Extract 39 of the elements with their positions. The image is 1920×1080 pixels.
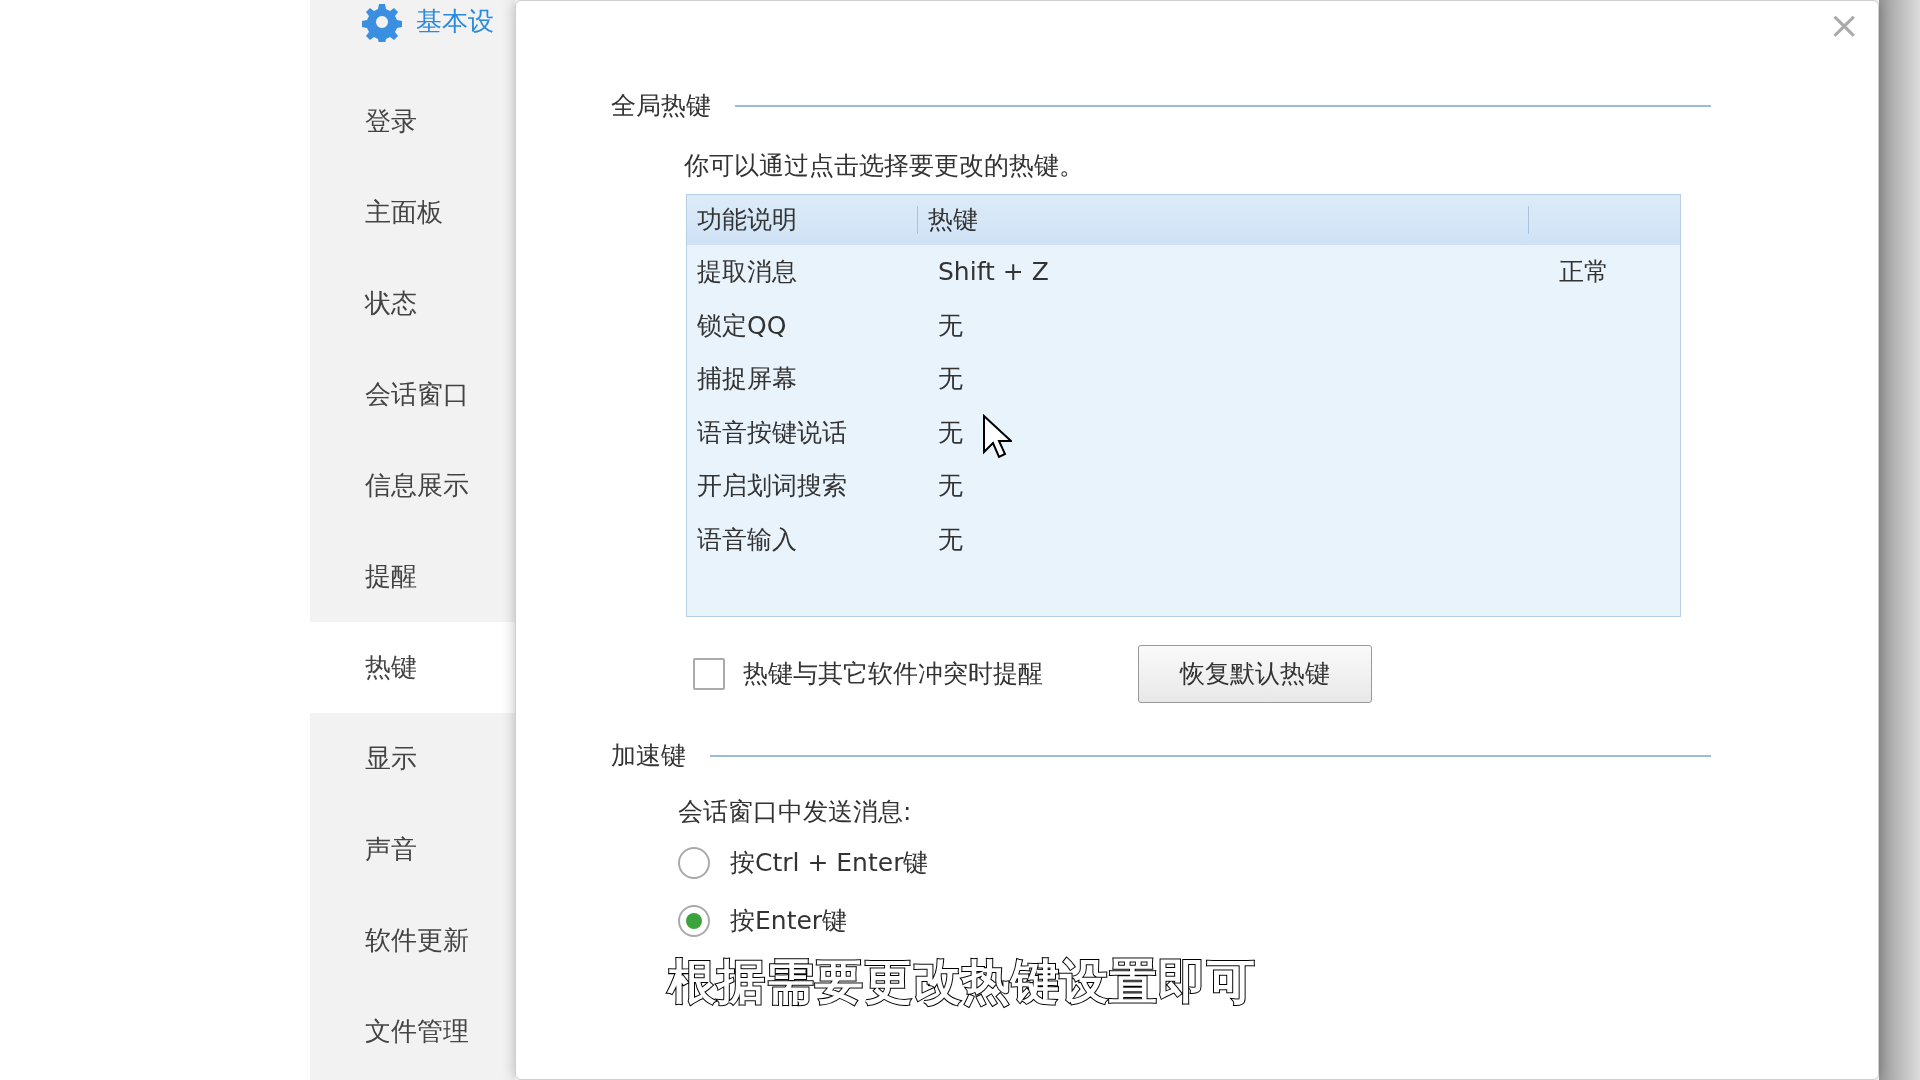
table-cell-text: 语音按键说话 (696, 416, 848, 449)
table-cell-text: 提取消息 (696, 256, 798, 288)
sidebar-item[interactable]: 状态 (310, 258, 515, 349)
sidebar-item[interactable]: 提醒 (310, 531, 515, 622)
column-header: 热键 (927, 204, 979, 237)
sidebar-item[interactable]: 主面板 (310, 167, 515, 258)
table-cell-text: 正常 (1559, 256, 1609, 288)
table-cell[interactable]: 无 (917, 520, 1527, 558)
radio-button[interactable] (678, 905, 710, 937)
table-cell-text: 语音输入 (696, 523, 798, 556)
column-header: 功能说明 (696, 204, 798, 237)
sidebar-item[interactable]: 软件更新 (310, 895, 515, 986)
restore-defaults-button[interactable]: 恢复默认热键 (1138, 645, 1372, 703)
gear-icon (362, 2, 402, 42)
table-cell-text: 开启划词搜索 (696, 470, 848, 502)
section-title: 全局热键 (611, 90, 711, 122)
table-cell[interactable]: 无 (917, 413, 1527, 451)
section-title: 加速键 (611, 740, 686, 772)
cursor-icon (982, 414, 1012, 460)
sidebar-item[interactable]: 文件管理 (310, 986, 515, 1077)
radio-button[interactable] (678, 847, 710, 879)
radio-label: 按Ctrl + Enter键 (730, 847, 929, 880)
prompt-text: 会话窗口中发送消息: (678, 795, 913, 828)
sidebar-item[interactable]: 显示 (310, 713, 515, 804)
sidebar-item[interactable]: 信息展示 (310, 440, 515, 531)
checkbox[interactable] (693, 658, 725, 690)
table-cell[interactable]: 无 (917, 306, 1527, 344)
table-cell[interactable]: Shift + Z (917, 253, 1527, 291)
sidebar-item[interactable]: 登录 (310, 76, 515, 167)
checkbox-label: 热键与其它软件冲突时提醒 (743, 658, 1043, 691)
sidebar-item[interactable]: 声音 (310, 804, 515, 895)
table-cell-text: 锁定QQ (696, 309, 788, 342)
radio-label: 按Enter键 (730, 905, 848, 938)
sidebar-item[interactable]: 会话窗口 (310, 349, 515, 440)
table-cell-text: 捕捉屏幕 (696, 363, 798, 395)
table-cell[interactable]: 无 (917, 360, 1527, 398)
table-cell[interactable]: 无 (917, 467, 1527, 505)
description-text: 你可以通过点击选择要更改的热键。 (684, 149, 1085, 182)
sidebar-item[interactable]: 热键 (310, 622, 515, 713)
